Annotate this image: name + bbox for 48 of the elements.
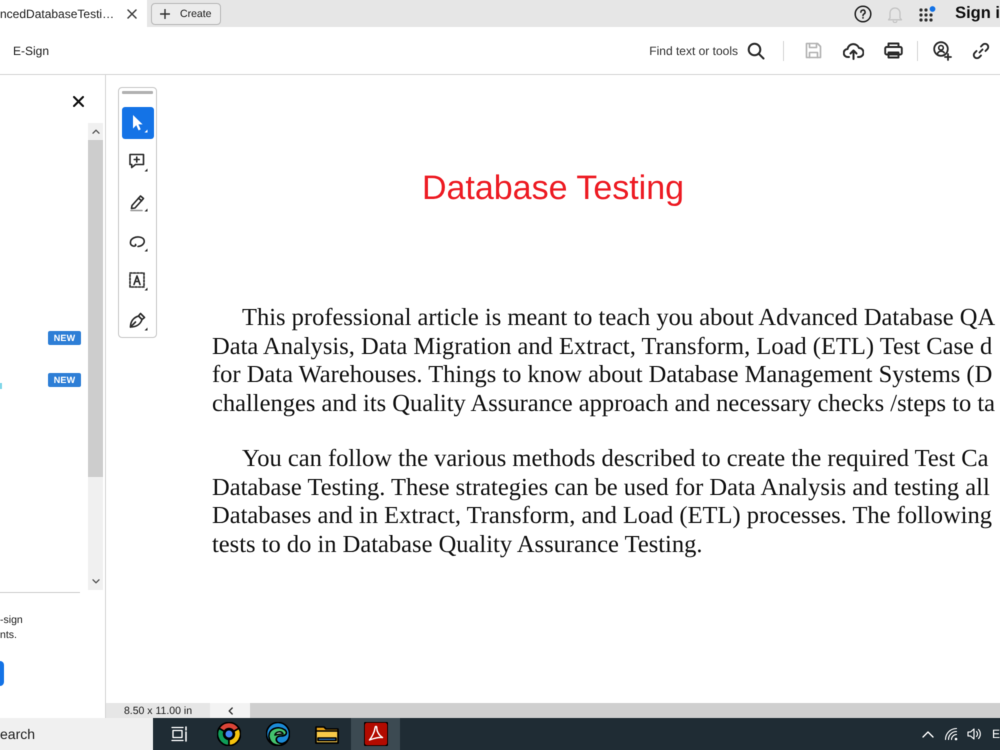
close-icon [73,96,84,107]
browser-tab[interactable]: ncedDatabaseTesti… [0,0,147,27]
signature-pen-icon [126,310,148,332]
paragraph: You can follow the various methods described to create the required Test Ca Database Testing. These strategies can be used for Data Analysis and testing all Databases and in Extract, Transform, and Load (ETL) processes. The following tests to do in Database Quality Assurance Testing. [212,444,992,560]
speaker-icon [966,727,982,741]
wave-logo-icon [266,722,290,746]
text-select-icon [126,270,148,292]
document-title: Database Testing [422,168,684,208]
chevron-up-icon [92,129,100,134]
bell-icon [887,4,904,22]
panel-description: -sign nts. [0,613,23,643]
caret-up-icon [922,730,934,738]
scroll-left-button[interactable] [210,703,250,718]
chevron-left-icon [228,706,232,714]
folder-icon [314,724,338,744]
taskbar-app-button[interactable] [351,718,400,750]
e-sign-menu[interactable]: E-Sign [13,44,50,58]
scrollbar-thumb[interactable] [88,140,103,477]
create-button[interactable]: Create [151,2,221,24]
find-text-label[interactable]: Find text or tools [649,44,738,58]
drag-handle[interactable] [122,91,153,94]
close-panel-button[interactable] [73,96,84,107]
circle-logo-icon [216,722,240,746]
printer-icon [884,42,902,59]
cloud-upload-icon [842,42,864,60]
wifi-icon [944,727,958,741]
apps-grid-icon [918,6,936,22]
chevron-down-icon [92,579,100,584]
close-icon [127,8,137,18]
scrollbar-track[interactable] [88,123,103,590]
page-size-label: 8.50 x 11.00 in [106,703,210,718]
link-icon [972,42,990,60]
app-tile-icon [364,722,388,746]
search-icon [747,42,765,60]
help-icon [854,4,872,22]
paragraph: This professional article is meant to teach you about Advanced Database QA Data Analysis, Data Migration and Extract, Transform, Load (ETL) Test Case d for Data Warehouses. Things to know about Database Management Systems (D challenges and its Quality Assurance approach and necessary checks /steps to ta [212,304,996,419]
sign-in-link[interactable]: Sign i [955,4,1000,23]
task-view-icon [171,726,188,742]
plus-icon [160,8,170,18]
new-badge: NEW [48,331,81,345]
taskbar-search-field[interactable]: earch [0,718,153,750]
round-action-button[interactable] [0,661,4,686]
person-plus-icon [932,40,952,60]
comment-plus-icon [126,151,148,174]
search-text: earch [0,726,36,742]
language-indicator[interactable]: E [992,727,1000,741]
close-tab-button[interactable] [126,8,138,20]
new-badge: NEW [48,373,81,387]
